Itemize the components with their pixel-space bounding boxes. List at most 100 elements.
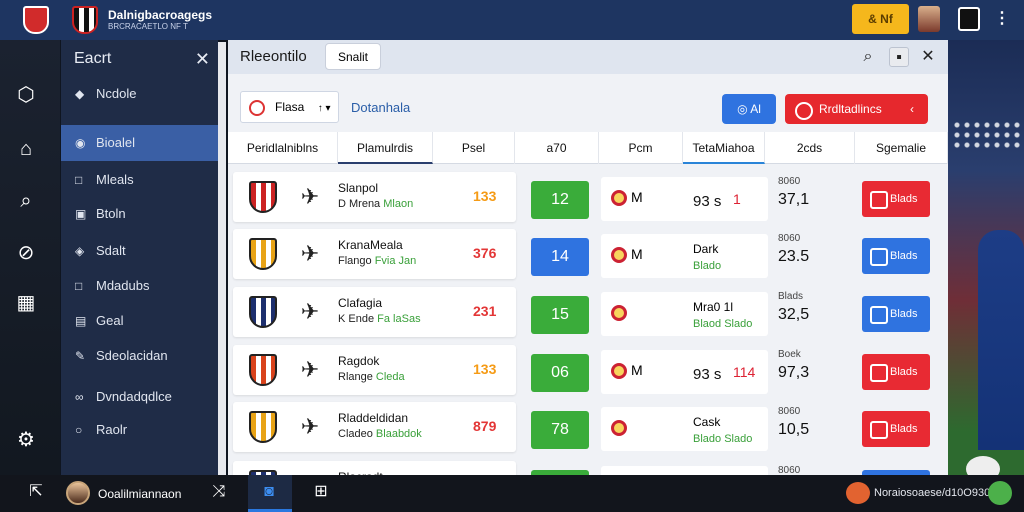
square-icon: □ [75, 173, 83, 187]
jersey-icon[interactable] [958, 7, 980, 31]
footer-user-name: Ooalilmiannaon [98, 487, 182, 501]
odds-cell[interactable]: Boek 97,3 [778, 349, 858, 393]
stat-card[interactable]: M Dark Blado [601, 234, 768, 278]
team-card[interactable]: ✈ Slanpol D Mrena Mlaon 133 [233, 172, 516, 222]
lock-icon[interactable]: ◙ [258, 481, 280, 503]
table-icon[interactable]: ▦ [13, 290, 39, 316]
stat-card[interactable] [601, 466, 768, 475]
share-icon[interactable]: ⤨ [208, 481, 230, 503]
row-action-button[interactable]: Blads [862, 411, 930, 447]
search-icon[interactable]: ⌕ [13, 188, 39, 214]
odds-cell[interactable]: Blads 32,5 [778, 291, 858, 335]
more-menu-icon[interactable]: ⋮ [994, 10, 1010, 30]
team-card[interactable]: ✈ Ragdok Rlange Cleda 133 [233, 345, 516, 395]
team-card[interactable]: ✈Rlacradt [233, 461, 516, 475]
odds-value: 10,5 [778, 421, 810, 438]
sidebar: Eacrt ✕ ◆ Ncdole ◉ Bioalel □ Mleals ▣ Btoln ◈ Sda… [61, 40, 218, 475]
stat-card[interactable]: Mra0 1l Blaod Slado [601, 292, 768, 336]
home-icon[interactable]: ⌂ [13, 136, 39, 162]
table-row[interactable]: ✈ Slanpol D Mrena Mlaon 133 12 M 93 s 1 8060 37,1… [228, 172, 948, 224]
number-badge[interactable]: 78 [531, 411, 589, 449]
number-badge[interactable]: 14 [531, 238, 589, 276]
stat-name: Cask [693, 415, 721, 429]
team-card[interactable]: ✈ Clafagia K Ende Fa laSas 231 [233, 287, 516, 337]
stat-card[interactable]: Cask Blado Slado [601, 407, 768, 451]
row-action-button[interactable]: Blads [862, 238, 930, 274]
sidebar-item[interactable]: ◉ Bioalel [61, 125, 218, 161]
team-sub-a: Flango [338, 255, 372, 267]
table-row[interactable]: ✈Rlacradt 8060 [228, 461, 948, 475]
settings-icon[interactable]: ⚙ [13, 427, 39, 453]
number-badge[interactable]: 06 [531, 354, 589, 392]
team-name: Rladdeldidan [338, 411, 409, 425]
sidebar-item[interactable]: ◆ Ncdole [61, 76, 218, 112]
sidebar-item[interactable]: ✎ Sdeolacidan [61, 338, 218, 374]
filter-all-button[interactable]: ◎ Al [722, 94, 776, 124]
column-header[interactable]: Peridlalniblns [228, 132, 338, 164]
sidebar-item[interactable]: □ Mleals [61, 162, 218, 198]
search-icon[interactable]: ⌕ [858, 47, 878, 67]
column-header[interactable]: Pcm [599, 132, 683, 164]
user-avatar[interactable] [918, 6, 940, 32]
row-action-button[interactable]: Blads [862, 296, 930, 332]
sidebar-scrollbar[interactable] [218, 42, 226, 475]
filter-label[interactable]: Dotanhala [351, 100, 410, 115]
sidebar-item[interactable]: ∞ Dvndadqdlce [61, 379, 218, 415]
table-row[interactable]: ✈ Rladdeldidan Cladeo Blaabdok 879 78 Cask Bla… [228, 402, 948, 454]
odds-value: 23.5 [778, 248, 810, 265]
team-sub-b: Fvia Jan [374, 255, 417, 267]
odds-cell[interactable]: 8060 37,1 [778, 176, 858, 220]
cube-icon[interactable]: ⬡ [13, 82, 39, 108]
sidebar-item[interactable]: ▣ Btoln [61, 196, 218, 232]
stop-icon[interactable]: ▪ [889, 47, 909, 67]
stat-card[interactable]: M 93 s 1 [601, 177, 768, 221]
red-action-button[interactable]: Rrdltadlincs ‹ [785, 94, 928, 124]
brand-title-text: Dalnigbacroagegs [108, 8, 213, 22]
exit-icon[interactable]: ⇱ [25, 481, 47, 503]
close-icon[interactable]: ✕ [918, 47, 938, 67]
notification-badge-icon[interactable] [846, 482, 870, 504]
number-badge[interactable]: 15 [531, 296, 589, 334]
number-badge[interactable]: 12 [531, 181, 589, 219]
row-action-button[interactable]: Blads [862, 354, 930, 390]
sidebar-item-label: Sdeolacidan [96, 348, 168, 363]
team-card[interactable]: ✈ KranaMeala Flango Fvia Jan 376 [233, 229, 516, 279]
panel-header-button[interactable]: Snalit [325, 43, 381, 70]
stadium-lights [952, 120, 1022, 150]
stat-extra: 1 [733, 191, 741, 207]
close-icon[interactable]: ✕ [195, 40, 210, 78]
odds-value: 97,3 [778, 364, 810, 381]
table-row[interactable]: ✈ Ragdok Rlange Cleda 133 06 M 93 s 114 Boek 97,3… [228, 345, 948, 397]
stat-detail: Blado [693, 260, 722, 272]
odds-label: 8060 [778, 176, 801, 187]
main-panel: Rleeontilo Snalit ⌕ ▪ ✕ Flasa ↑ ▾ Dotanh… [228, 40, 948, 475]
sidebar-item[interactable]: ○ Raolr [61, 412, 218, 448]
column-header[interactable]: TetaMiahoa [683, 132, 765, 164]
tag-icon[interactable]: ⊘ [13, 240, 39, 266]
sidebar-header: Eacrt ✕ [61, 40, 218, 78]
row-action-button[interactable]: Blads [862, 181, 930, 217]
table-row[interactable]: ✈ KranaMeala Flango Fvia Jan 376 14 M Dark Blad… [228, 229, 948, 281]
column-header[interactable]: Psel [433, 132, 515, 164]
footer-avatar[interactable] [66, 481, 90, 505]
filter-value: Flasa [275, 100, 305, 114]
column-header[interactable]: Plamulrdis [338, 132, 433, 164]
odds-cell[interactable]: 8060 23.5 [778, 233, 858, 277]
filter-select[interactable]: Flasa ↑ ▾ [240, 91, 339, 123]
top-action-button[interactable]: & Nf [852, 4, 909, 34]
odds-cell[interactable]: 8060 [778, 465, 858, 475]
sidebar-item[interactable]: ◈ Sdalt [61, 233, 218, 269]
layer-icon: ▤ [75, 314, 87, 328]
odds-cell[interactable]: 8060 10,5 [778, 406, 858, 450]
club-crest-icon[interactable] [23, 6, 49, 34]
column-header[interactable]: a70 [515, 132, 599, 164]
column-header[interactable]: Sgemalie [855, 132, 948, 164]
team-sub-b: Blaabdok [375, 428, 422, 440]
table-row[interactable]: ✈ Clafagia K Ende Fa laSas 231 15 Mra0 1l Blao… [228, 287, 948, 339]
grid-icon[interactable]: ⊞ [310, 481, 332, 503]
stat-card[interactable]: M 93 s 114 [601, 350, 768, 394]
team-card[interactable]: ✈ Rladdeldidan Cladeo Blaabdok 879 [233, 402, 516, 452]
sidebar-item[interactable]: □ Mdadubs [61, 268, 218, 304]
column-header[interactable]: 2cds [765, 132, 855, 164]
sidebar-item[interactable]: ▤ Geal [61, 303, 218, 339]
